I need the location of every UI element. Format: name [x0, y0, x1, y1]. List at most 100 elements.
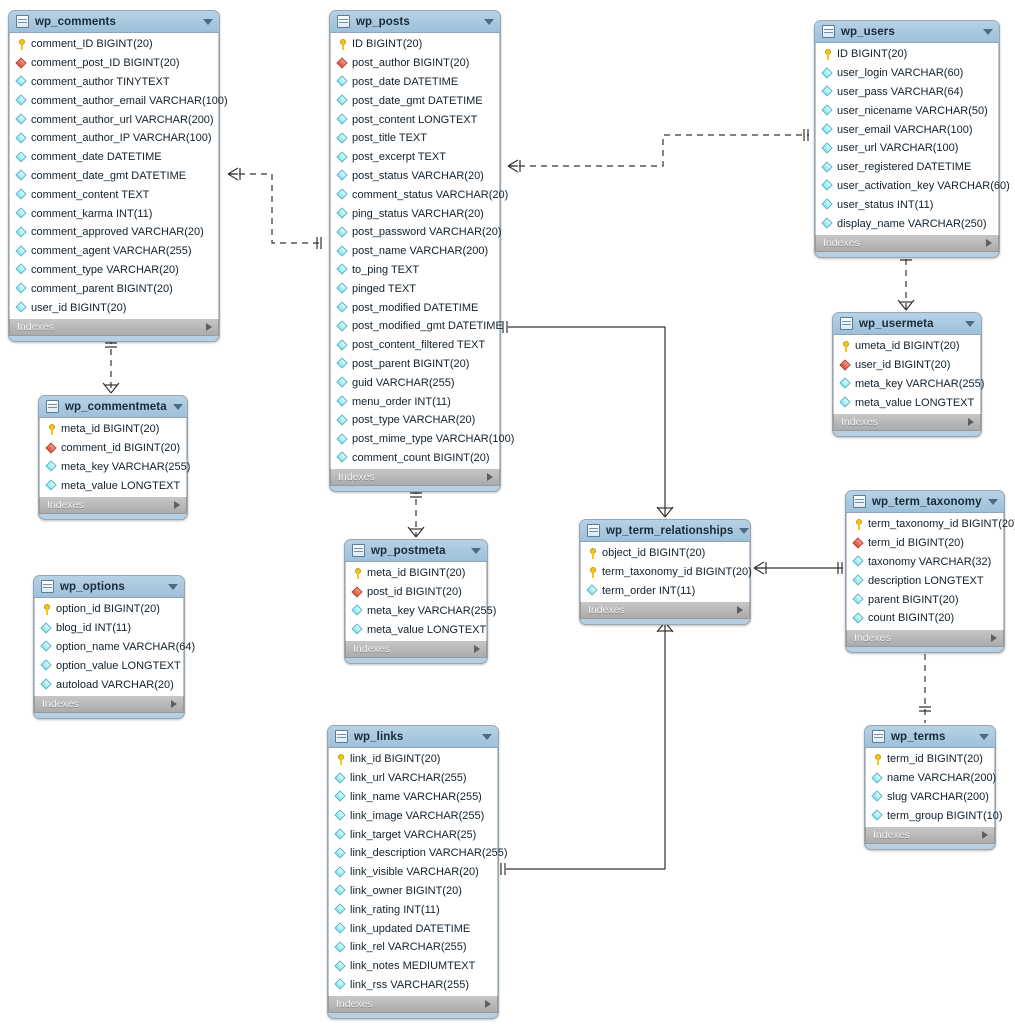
- table-wp_terms[interactable]: wp_terms term_id BIGINT(20) name VARCHAR(2…: [864, 725, 1003, 851]
- table-wp_comments[interactable]: wp_comments comment_ID BIGINT(20) comment_…: [8, 10, 228, 342]
- field-row[interactable]: post_author BIGINT(20): [331, 54, 499, 73]
- table-wp_postmeta[interactable]: wp_postmeta meta_id BIGINT(20) post_id BIG…: [344, 539, 496, 665]
- chevron-right-icon[interactable]: [485, 1000, 491, 1009]
- field-row[interactable]: comment_date DATETIME: [10, 148, 218, 167]
- chevron-right-icon[interactable]: [737, 606, 743, 615]
- field-row[interactable]: umeta_id BIGINT(20): [834, 337, 980, 356]
- field-row[interactable]: link_name VARCHAR(255): [329, 788, 497, 807]
- table-header[interactable]: wp_postmeta: [345, 540, 487, 562]
- indexes-bar[interactable]: Indexes: [345, 641, 487, 659]
- table-header[interactable]: wp_term_taxonomy: [846, 491, 1004, 513]
- field-row[interactable]: link_id BIGINT(20): [329, 750, 497, 769]
- field-row[interactable]: user_id BIGINT(20): [10, 298, 218, 317]
- chevron-right-icon[interactable]: [174, 501, 180, 510]
- table-header[interactable]: wp_posts: [330, 11, 500, 33]
- chevron-right-icon[interactable]: [487, 473, 493, 482]
- field-row[interactable]: comment_author_IP VARCHAR(100): [10, 129, 218, 148]
- field-row[interactable]: post_name VARCHAR(200): [331, 242, 499, 261]
- field-row[interactable]: meta_id BIGINT(20): [40, 420, 186, 439]
- table-header[interactable]: wp_commentmeta: [39, 396, 187, 418]
- field-row[interactable]: comment_count BIGINT(20): [331, 449, 499, 468]
- field-row[interactable]: menu_order INT(11): [331, 392, 499, 411]
- indexes-bar[interactable]: Indexes: [328, 996, 498, 1014]
- table-wp_term_taxonomy[interactable]: wp_term_taxonomy term_taxonomy_id BIGINT(…: [845, 490, 1015, 653]
- field-row[interactable]: pinged TEXT: [331, 279, 499, 298]
- chevron-down-icon[interactable]: [979, 733, 989, 740]
- field-row[interactable]: term_group BIGINT(10): [866, 806, 1003, 825]
- field-row[interactable]: post_title TEXT: [331, 129, 499, 148]
- table-wp_links[interactable]: wp_links link_id BIGINT(20) link_url VARCH…: [327, 725, 508, 1020]
- indexes-bar[interactable]: Indexes: [580, 602, 750, 620]
- table-header[interactable]: wp_options: [34, 576, 184, 598]
- field-row[interactable]: guid VARCHAR(255): [331, 373, 499, 392]
- table-wp_usermeta[interactable]: wp_usermeta umeta_id BIGINT(20) user_id BI…: [832, 312, 984, 438]
- field-row[interactable]: meta_value LONGTEXT: [346, 620, 486, 639]
- chevron-down-icon[interactable]: [471, 547, 481, 554]
- chevron-down-icon[interactable]: [965, 320, 975, 327]
- chevron-down-icon[interactable]: [172, 403, 183, 410]
- field-row[interactable]: comment_author TINYTEXT: [10, 73, 218, 92]
- field-row[interactable]: post_status VARCHAR(20): [331, 167, 499, 186]
- field-row[interactable]: ping_status VARCHAR(20): [331, 204, 499, 223]
- field-row[interactable]: post_parent BIGINT(20): [331, 355, 499, 374]
- field-row[interactable]: user_pass VARCHAR(64): [816, 83, 998, 102]
- field-row[interactable]: link_url VARCHAR(255): [329, 769, 497, 788]
- field-row[interactable]: meta_value LONGTEXT: [834, 393, 980, 412]
- table-header[interactable]: wp_comments: [9, 11, 219, 33]
- field-row[interactable]: term_order INT(11): [581, 582, 749, 601]
- field-row[interactable]: autoload VARCHAR(20): [35, 675, 183, 694]
- field-row[interactable]: term_id BIGINT(20): [866, 750, 994, 769]
- field-row[interactable]: comment_ID BIGINT(20): [10, 35, 218, 54]
- field-row[interactable]: user_login VARCHAR(60): [816, 64, 998, 83]
- field-row[interactable]: taxonomy VARCHAR(32): [847, 553, 1003, 572]
- chevron-down-icon[interactable]: [203, 18, 213, 25]
- field-row[interactable]: comment_date_gmt DATETIME: [10, 167, 218, 186]
- table-header[interactable]: wp_term_relationships: [580, 520, 750, 542]
- field-row[interactable]: comment_status VARCHAR(20): [331, 185, 508, 204]
- field-row[interactable]: comment_type VARCHAR(20): [10, 261, 218, 280]
- field-row[interactable]: meta_key VARCHAR(255): [346, 602, 496, 621]
- field-row[interactable]: option_name VARCHAR(64): [35, 638, 195, 657]
- field-row[interactable]: link_rss VARCHAR(255): [329, 976, 497, 995]
- field-row[interactable]: to_ping TEXT: [331, 261, 499, 280]
- chevron-right-icon[interactable]: [206, 322, 212, 331]
- field-row[interactable]: post_date_gmt DATETIME: [331, 91, 499, 110]
- field-row[interactable]: post_content_filtered TEXT: [331, 336, 499, 355]
- chevron-right-icon[interactable]: [986, 238, 992, 247]
- field-row[interactable]: comment_approved VARCHAR(20): [10, 223, 218, 242]
- field-row[interactable]: post_password VARCHAR(20): [331, 223, 502, 242]
- field-row[interactable]: term_taxonomy_id BIGINT(20): [847, 515, 1015, 534]
- field-row[interactable]: link_visible VARCHAR(20): [329, 863, 497, 882]
- table-wp_options[interactable]: wp_options option_id BIGINT(20) blog_id IN…: [33, 575, 195, 719]
- indexes-bar[interactable]: Indexes: [9, 318, 219, 336]
- table-wp_users[interactable]: wp_users ID BIGINT(20) user_login VARCHAR(…: [814, 20, 1010, 258]
- field-row[interactable]: term_taxonomy_id BIGINT(20): [581, 563, 752, 582]
- field-row[interactable]: link_description VARCHAR(255): [329, 844, 508, 863]
- field-row[interactable]: comment_content TEXT: [10, 185, 218, 204]
- chevron-down-icon[interactable]: [484, 18, 494, 25]
- field-row[interactable]: count BIGINT(20): [847, 609, 1003, 628]
- field-row[interactable]: option_id BIGINT(20): [35, 600, 183, 619]
- table-wp_commentmeta[interactable]: wp_commentmeta meta_id BIGINT(20) comment_…: [38, 395, 190, 521]
- indexes-bar[interactable]: Indexes: [815, 234, 999, 252]
- field-row[interactable]: link_target VARCHAR(25): [329, 825, 497, 844]
- field-row[interactable]: user_activation_key VARCHAR(60): [816, 177, 1010, 196]
- field-row[interactable]: meta_value LONGTEXT: [40, 476, 186, 495]
- field-row[interactable]: ID BIGINT(20): [816, 45, 998, 64]
- chevron-right-icon[interactable]: [991, 633, 997, 642]
- field-row[interactable]: post_modified DATETIME: [331, 298, 499, 317]
- field-row[interactable]: meta_id BIGINT(20): [346, 564, 486, 583]
- field-row[interactable]: user_registered DATETIME: [816, 158, 998, 177]
- field-row[interactable]: post_date DATETIME: [331, 73, 499, 92]
- field-row[interactable]: user_url VARCHAR(100): [816, 139, 998, 158]
- field-row[interactable]: user_status INT(11): [816, 195, 998, 214]
- field-row[interactable]: post_excerpt TEXT: [331, 148, 499, 167]
- chevron-right-icon[interactable]: [982, 831, 988, 840]
- field-row[interactable]: comment_author_url VARCHAR(200): [10, 110, 218, 129]
- field-row[interactable]: link_owner BIGINT(20): [329, 882, 497, 901]
- chevron-right-icon[interactable]: [968, 418, 974, 427]
- field-row[interactable]: user_email VARCHAR(100): [816, 120, 998, 139]
- field-row[interactable]: name VARCHAR(200): [866, 769, 996, 788]
- field-row[interactable]: link_image VARCHAR(255): [329, 806, 497, 825]
- field-row[interactable]: option_value LONGTEXT: [35, 656, 183, 675]
